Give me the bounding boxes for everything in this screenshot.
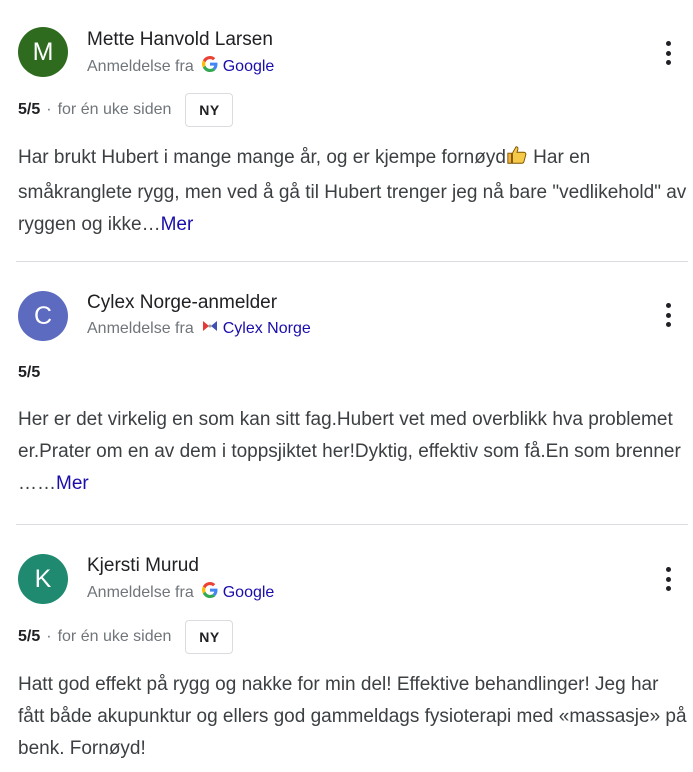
review-text-part: Hatt god effekt på rygg og nakke for min… (18, 674, 687, 759)
review-text: Har brukt Hubert i mange mange år, og er… (18, 142, 688, 241)
new-badge: NY (185, 620, 234, 654)
avatar[interactable]: M (18, 27, 68, 77)
avatar-letter: C (33, 301, 53, 330)
review-source: Anmeldelse fra Google (87, 56, 274, 77)
reviewer-name[interactable]: Mette Hanvold Larsen (87, 29, 273, 51)
review-text: Her er det virkelig en som kan sitt fag.… (18, 404, 688, 500)
review-time: for én uke siden (57, 628, 172, 645)
reviewer-name[interactable]: Kjersti Murud (87, 555, 199, 577)
avatar-letter: K (34, 564, 52, 593)
source-prefix: Anmeldelse fra (87, 583, 194, 601)
google-icon (201, 56, 218, 77)
review-meta: 5/5 · for én uke siden NY (18, 93, 234, 127)
avatar[interactable]: C (18, 291, 68, 341)
rating: 5/5 (18, 364, 41, 381)
rating: 5/5 (18, 628, 41, 645)
more-options-icon[interactable] (656, 38, 680, 68)
review-time: for én uke siden (57, 101, 172, 118)
separator: · (46, 628, 52, 645)
source-prefix: Anmeldelse fra (87, 319, 194, 337)
avatar-letter: M (32, 37, 54, 66)
review-meta: 5/5 · for én uke siden NY (18, 620, 234, 654)
more-options-icon[interactable] (656, 300, 680, 330)
review-source: Anmeldelse fra Cylex Norge (87, 319, 311, 338)
separator: · (46, 101, 52, 118)
avatar[interactable]: K (18, 554, 68, 604)
source-name[interactable]: Google (223, 58, 275, 76)
read-more-link[interactable]: Mer (56, 473, 89, 494)
divider (16, 524, 688, 525)
review-source: Anmeldelse fra Google (87, 582, 274, 603)
cylex-icon (202, 319, 218, 338)
review-text-part: Har brukt Hubert i mange mange år, og er… (18, 147, 506, 168)
read-more-link[interactable]: Mer (161, 214, 194, 235)
review-text-part: Her er det virkelig en som kan sitt fag.… (18, 409, 681, 494)
google-icon (201, 582, 218, 603)
source-name[interactable]: Cylex Norge (223, 320, 311, 338)
divider (16, 261, 688, 262)
source-prefix: Anmeldelse fra (87, 57, 194, 75)
reviewer-name[interactable]: Cylex Norge-anmelder (87, 292, 277, 314)
more-options-icon[interactable] (656, 564, 680, 594)
new-badge: NY (185, 93, 234, 127)
review-text: Hatt god effekt på rygg og nakke for min… (18, 669, 688, 765)
thumbs-up-icon (506, 144, 528, 177)
review-meta: 5/5 (18, 364, 40, 382)
rating: 5/5 (18, 101, 41, 118)
source-name[interactable]: Google (223, 584, 275, 602)
